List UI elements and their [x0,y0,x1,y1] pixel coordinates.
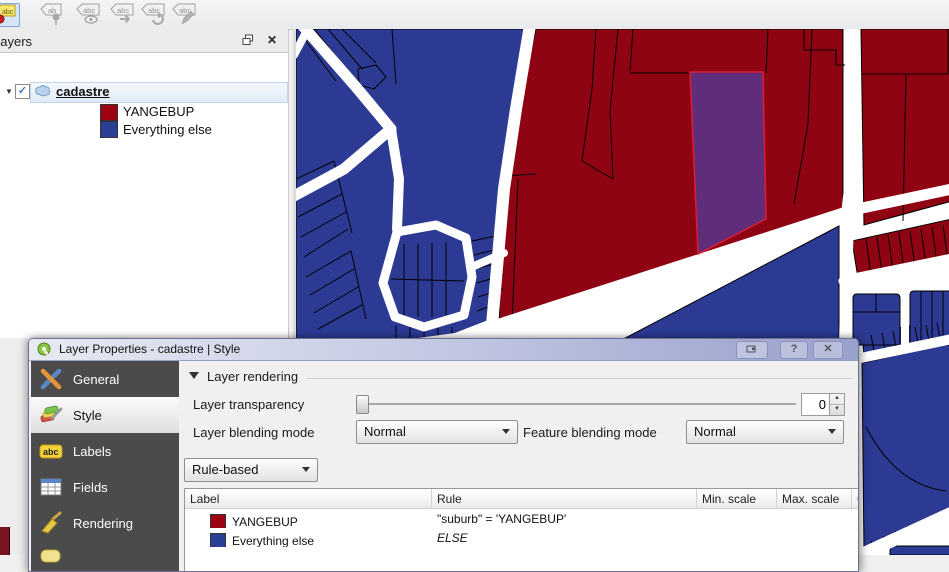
layer-group-icon [33,83,53,104]
legend-label: YANGEBUP [123,104,194,119]
rule-max-scale [777,528,852,547]
background-map-fragment [0,527,10,555]
legend-swatch-else [100,121,118,138]
renderer-type-combo[interactable]: Rule-based [184,458,318,482]
layer-properties-dialog: Layer Properties - cadastre | Style ? ✕ … [28,338,859,572]
dialog-title: Layer Properties - cadastre | Style [59,342,240,356]
section-title: Layer rendering [207,369,298,384]
abc-tag-icon: abc [39,439,63,466]
rule-label: YANGEBUP [232,512,298,528]
qgis-window: { "toolbar": { "tag_text_ab": "ab", "tag… [0,0,949,555]
chevron-down-icon [302,467,310,472]
slider-handle[interactable] [356,395,369,414]
rule-swatch [210,514,226,528]
spinbox-value: 0 [802,397,826,412]
spin-down-icon[interactable]: ▼ [830,405,844,415]
paintbrush-icon [39,403,63,430]
tab-partial[interactable] [31,541,179,572]
close-dialog-button[interactable]: ✕ [813,341,843,359]
dialog-titlebar[interactable]: Layer Properties - cadastre | Style ? ✕ [29,339,858,361]
rule-min-scale [697,528,777,547]
legend-swatch-yangebup [100,104,118,121]
properties-sidebar: General Style abc Labels [31,361,179,571]
svg-text:abc: abc [2,9,14,16]
tab-labels[interactable]: abc Labels [31,433,179,469]
col-label[interactable]: Label [185,489,432,508]
show-hide-labels-icon[interactable]: abc [76,3,102,25]
svg-text:abc: abc [43,447,59,457]
legend-label: Everything else [123,122,212,137]
rule-expression: "suburb" = 'YANGEBUP' [432,509,697,528]
rule-swatch [210,533,226,547]
col-max-scale[interactable]: Max. scale [777,489,852,508]
feature-blend-label: Feature blending mode [523,425,657,440]
layer-blend-label: Layer blending mode [193,425,314,440]
window-background [0,338,28,555]
rule-min-scale [697,509,777,528]
tab-fields[interactable]: Fields [31,469,179,505]
broom-icon [39,511,63,538]
spin-up-icon[interactable]: ▲ [830,394,844,405]
restore-window-icon[interactable] [736,341,768,359]
float-panel-icon[interactable] [240,33,256,48]
layer-checkbox[interactable]: ✓ [15,84,30,99]
svg-text:abc: abc [83,6,95,15]
col-count[interactable]: Count [852,489,859,508]
help-button[interactable]: ? [780,341,808,359]
table-row[interactable]: YANGEBUP "suburb" = 'YANGEBUP' [185,509,858,528]
move-label-icon[interactable]: abc [110,3,136,25]
collapse-triangle-icon[interactable] [189,372,199,379]
rules-table-header: Label Rule Min. scale Max. scale Count [185,489,858,509]
layers-panel-titlebar: Layers ✕ [0,29,288,53]
pin-unpin-labels-icon[interactable]: ab [40,3,66,25]
qgis-logo-icon [37,342,51,361]
chevron-down-icon [828,429,836,434]
expander-icon[interactable]: ▼ [5,87,13,96]
label-toolbar: abc ab abc abc abc [0,0,949,30]
tools-icon [39,367,63,394]
chevron-down-icon [502,429,510,434]
table-icon [39,475,63,502]
tab-general[interactable]: General [31,361,179,397]
tab-style[interactable]: Style [31,397,179,433]
rule-max-scale [777,509,852,528]
rules-table: Label Rule Min. scale Max. scale Count Y… [184,488,859,572]
layer-blend-combo[interactable]: Normal [356,420,518,444]
close-panel-icon[interactable]: ✕ [264,33,280,48]
rotate-label-icon[interactable]: abc [141,3,167,25]
svg-text:abc: abc [117,6,129,15]
rule-label: Everything else [232,531,314,547]
col-rule[interactable]: Rule [432,489,697,508]
transparency-label: Layer transparency [193,397,304,412]
speech-bubble-icon [39,547,63,572]
transparency-spinbox[interactable]: 0 ▲ ▼ [801,393,845,416]
labeling-icon[interactable]: abc [0,3,20,27]
table-row[interactable]: Everything else ELSE [185,528,858,547]
col-min-scale[interactable]: Min. scale [697,489,777,508]
transparency-slider[interactable] [356,394,796,414]
rule-expression: ELSE [432,528,697,547]
tab-rendering[interactable]: Rendering [31,505,179,541]
slider-track[interactable] [356,403,796,405]
feature-blend-combo[interactable]: Normal [686,420,844,444]
layer-name[interactable]: cadastre [56,84,109,99]
divider [307,378,851,379]
layers-panel-title: Layers [0,33,180,49]
change-label-icon[interactable]: abc [172,3,198,25]
